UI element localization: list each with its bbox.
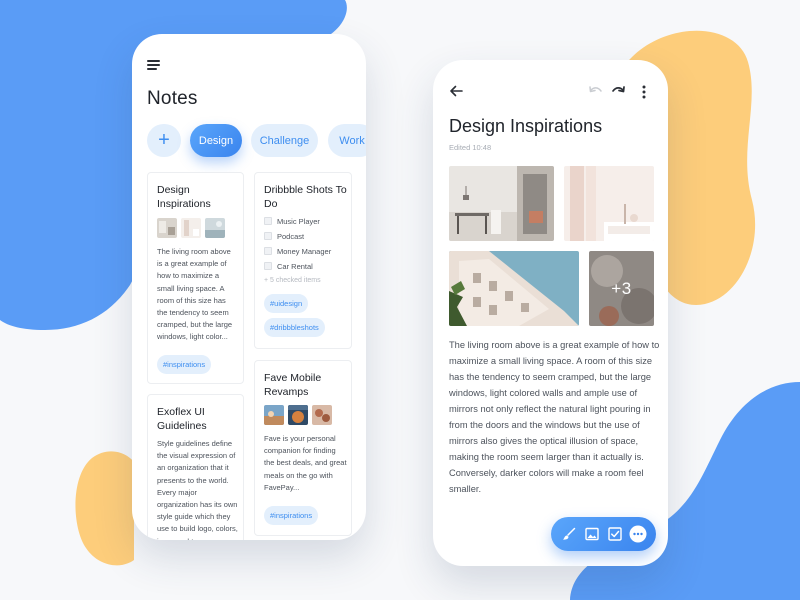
thumbnail-image: [181, 218, 201, 238]
tag-uidesign[interactable]: #uidesign: [264, 294, 309, 313]
checklist-item[interactable]: Car Rental: [264, 260, 313, 272]
note-excerpt: Style guidelines define the visual expre…: [157, 439, 238, 540]
note-title: Design Inspirations: [157, 184, 211, 210]
more-photos-tile[interactable]: +3: [589, 251, 654, 326]
background-blobs: [0, 0, 800, 600]
chip-work[interactable]: Work: [328, 124, 366, 157]
more-photos-count: +3: [611, 278, 632, 298]
thumbnail-image: [312, 405, 332, 425]
category-chips: + Design Challenge Work: [147, 124, 366, 158]
thumbnail-image: [157, 218, 177, 238]
thumbnail-image: [205, 218, 225, 238]
checklist-label: Money Manager: [277, 246, 332, 256]
thumbnail-image: [264, 405, 284, 425]
more-vertical-icon[interactable]: [638, 84, 650, 100]
note-card-dribbble-shots[interactable]: Dribbble Shots To Do Music Player Podcas…: [254, 172, 352, 349]
edited-timestamp: Edited 10:48: [449, 143, 492, 152]
note-title: Fave Mobile Revamps: [264, 372, 322, 398]
page-title: Notes: [147, 88, 198, 109]
checkbox[interactable]: [264, 247, 272, 255]
add-category-button[interactable]: +: [147, 124, 181, 157]
note-card-fave-mobile-revamps[interactable]: Fave Mobile Revamps Fave is your persona…: [254, 360, 352, 536]
chip-design[interactable]: Design: [190, 124, 242, 157]
note-card-design-inspirations[interactable]: Design Inspirations The living room abov…: [147, 172, 244, 384]
undo-icon[interactable]: [587, 84, 603, 98]
checklist-label: Podcast: [277, 231, 305, 241]
checked-items-summary[interactable]: + 5 checked items: [264, 277, 321, 284]
checkbox[interactable]: [264, 262, 272, 270]
photo-bedroom[interactable]: [564, 166, 654, 241]
redo-icon[interactable]: [611, 84, 627, 98]
thumbnail-image: [288, 405, 308, 425]
note-detail-screen: Design Inspirations Edited 10:48 +3 The …: [433, 60, 668, 566]
image-icon[interactable]: [584, 526, 600, 542]
floating-toolbar: [551, 517, 656, 551]
photo-building[interactable]: [449, 251, 579, 326]
checkbox[interactable]: [264, 217, 272, 225]
note-title: Exoflex UI Guidelines: [157, 406, 207, 432]
checklist-item[interactable]: Podcast: [264, 230, 304, 242]
note-body[interactable]: The living room above is a great example…: [449, 337, 661, 497]
checkbox[interactable]: [264, 232, 272, 240]
notes-screen: Notes + Design Challenge Work Design Ins…: [132, 34, 366, 540]
yellow-blob-bottom-left: [75, 451, 134, 566]
note-title[interactable]: Design Inspirations: [449, 116, 602, 137]
chip-challenge[interactable]: Challenge: [251, 124, 318, 157]
checklist-item[interactable]: Music Player: [264, 215, 320, 227]
checkbox-icon[interactable]: [607, 526, 623, 542]
note-excerpt: The living room above is a great example…: [157, 247, 233, 342]
note-excerpt: Fave is your personal companion for find…: [264, 434, 347, 492]
hamburger-icon[interactable]: [147, 60, 161, 71]
checklist-label: Car Rental: [277, 261, 313, 271]
arrow-left-icon[interactable]: [449, 84, 463, 98]
more-horizontal-icon[interactable]: [629, 525, 647, 543]
note-card-exoflex-ui-guidelines[interactable]: Exoflex UI Guidelines Style guidelines d…: [147, 394, 244, 540]
tag-inspirations[interactable]: #inspirations: [157, 355, 212, 374]
checklist-item[interactable]: Money Manager: [264, 245, 331, 257]
note-title: Dribbble Shots To Do: [264, 184, 347, 210]
checklist-label: Music Player: [277, 216, 320, 226]
tag-dribbbleshots[interactable]: #dribbbleshots: [264, 318, 325, 337]
brush-icon[interactable]: [561, 526, 577, 542]
photo-dining-room[interactable]: [449, 166, 554, 241]
tag-inspirations[interactable]: #inspirations: [264, 506, 319, 525]
